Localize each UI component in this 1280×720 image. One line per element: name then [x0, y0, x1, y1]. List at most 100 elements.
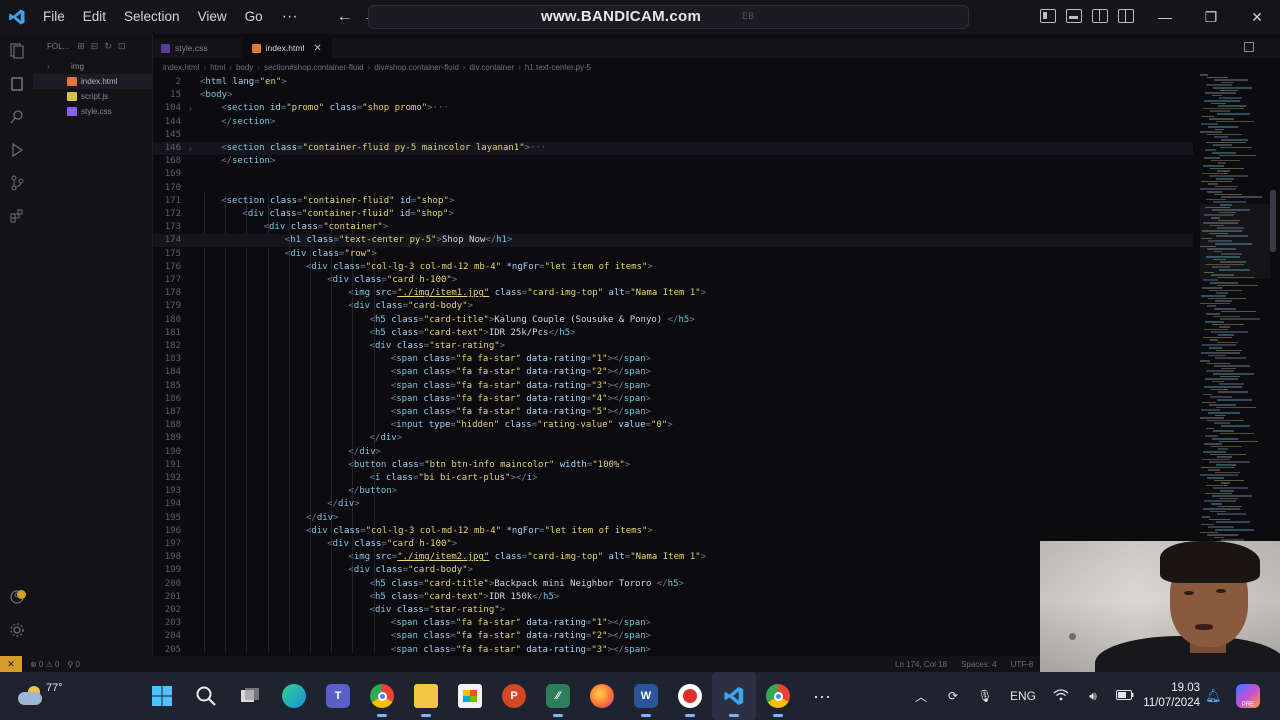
cursor-position[interactable]: Ln 174, Col 18 [895, 660, 947, 669]
teams-icon[interactable]: T [316, 672, 360, 720]
tab-index-html[interactable]: index.html ✕ [241, 38, 332, 58]
editor-scrollbar[interactable] [1270, 190, 1276, 252]
code-line[interactable]: 185 <span class="fa fa-star" data-rating=… [153, 380, 1193, 393]
microsoft-store-icon[interactable] [448, 672, 492, 720]
code-line[interactable]: 180 <h5 class="card-title">Kalung Couple … [153, 314, 1193, 327]
fold-chevron-icon[interactable]: › [188, 142, 193, 155]
powerpoint-icon[interactable]: P [492, 672, 536, 720]
minimap[interactable] [1200, 74, 1272, 614]
command-center[interactable]: www.BANDICAM.com EB [368, 5, 969, 29]
chrome-profile-icon[interactable] [756, 672, 800, 720]
code-line[interactable]: 200 <h5 class="card-title">Backpack mini … [153, 578, 1193, 591]
code-line[interactable]: 187 <span class="fa fa-star" data-rating=… [153, 406, 1193, 419]
wifi-icon[interactable] [1045, 688, 1077, 704]
code-editor[interactable]: 2 <html lang="en"> 15 <body> 104 › <section id… [153, 74, 1193, 656]
code-line[interactable]: 190 </div> [153, 446, 1193, 459]
volume-icon[interactable]: 🔊︎ [1077, 689, 1109, 704]
explorer-icon[interactable] [0, 34, 33, 67]
back-arrow-icon[interactable]: ← [332, 8, 358, 26]
breadcrumb-item[interactable]: h1.text-center.py-5 [525, 63, 591, 72]
remote-indicator-icon[interactable]: ✕ [0, 656, 22, 672]
word-icon[interactable]: W [624, 672, 668, 720]
menu-view[interactable]: View [189, 0, 236, 34]
code-line[interactable]: 174 <h1 class="text-center py-5">Shop Now… [153, 234, 1193, 248]
breadcrumb-item[interactable]: div#shop.container-fluid [374, 63, 459, 72]
code-line[interactable]: 189 </div> [153, 432, 1193, 445]
encoding[interactable]: UTF-8 [1011, 660, 1034, 669]
file-item-index-html[interactable]: index.html [33, 74, 152, 89]
accounts-icon[interactable] [0, 580, 33, 613]
task-view-icon[interactable] [228, 672, 272, 720]
vscode-taskbar-icon[interactable] [712, 672, 756, 720]
vscode-insiders-icon[interactable]: ⁄⁄ [536, 672, 580, 720]
code-line[interactable]: 145 [153, 129, 1193, 142]
code-line[interactable]: 144 </section> [153, 116, 1193, 129]
code-line[interactable]: 199 <div class="card-body"> [153, 564, 1193, 577]
code-line[interactable]: 169 [153, 168, 1193, 181]
problems-count[interactable]: ⊗ 0 ⚠ 0 [30, 660, 59, 669]
collapse-all-icon[interactable]: ⊡ [118, 41, 126, 52]
code-line[interactable]: 176 <div class="col-lg-3 col-md-12 mb-4" … [153, 261, 1193, 274]
code-line[interactable]: 192 <i class="bi bi-cart-plus"></i> [153, 472, 1193, 485]
code-line[interactable]: 183 <span class="fa fa-star" data-rating=… [153, 353, 1193, 366]
breadcrumb-item[interactable]: html [210, 63, 225, 72]
file-item-script-js[interactable]: script.js [33, 89, 152, 104]
notification-bell-icon[interactable]: 🔔︎ [1205, 688, 1222, 704]
code-line[interactable]: 177 <div class="card h-100"> [153, 274, 1193, 287]
start-button[interactable] [140, 672, 184, 720]
edge-icon[interactable] [272, 672, 316, 720]
breadcrumb-item[interactable]: index.html [163, 63, 199, 72]
code-line[interactable]: 146 › <section class="container-fluid py-5… [153, 142, 1193, 155]
code-line[interactable]: 191 <button class="btn btn-info maincolor… [153, 459, 1193, 472]
refresh-icon[interactable]: ↻ [104, 41, 112, 52]
source-control-icon[interactable] [0, 166, 33, 199]
restore-button[interactable]: ❐ [1188, 0, 1234, 34]
code-line[interactable]: 104 › <section id="promo" class="shop prom… [153, 102, 1193, 115]
code-line[interactable]: 178 <img src="./img/item1.jpg" class="car… [153, 287, 1193, 300]
code-line[interactable]: 186 <span class="fa fa-star" data-rating=… [153, 393, 1193, 406]
firefox-icon[interactable] [580, 672, 624, 720]
fold-chevron-icon[interactable]: › [188, 102, 193, 115]
code-line[interactable]: 170 [153, 182, 1193, 195]
new-folder-icon[interactable]: ⊟ [91, 41, 99, 52]
weather-widget[interactable]: 77° [14, 680, 74, 712]
language-indicator[interactable]: ENG [1001, 689, 1045, 703]
copilot-icon[interactable]: PRE [1236, 684, 1260, 708]
code-line[interactable]: 173 <div class="container"> [153, 221, 1193, 234]
code-line[interactable]: 179 <div class="card-body"> [153, 300, 1193, 313]
more-apps-icon[interactable]: ··· [800, 672, 844, 720]
file-item-style-css[interactable]: style.css [33, 104, 152, 119]
code-line[interactable]: 194 </div> [153, 498, 1193, 511]
code-line[interactable]: 15 <body> [153, 89, 1193, 102]
search-taskbar-icon[interactable] [184, 672, 228, 720]
code-line[interactable]: 2 <html lang="en"> [153, 76, 1193, 89]
code-line[interactable]: 197 <div class="card h-100"> [153, 538, 1193, 551]
menu-selection[interactable]: Selection [115, 0, 189, 34]
split-editor-icon[interactable] [1244, 42, 1254, 52]
code-line[interactable]: 203 <span class="fa fa-star" data-rating=… [153, 617, 1193, 630]
toggle-secondary-sidebar-icon[interactable] [1092, 9, 1108, 23]
chrome-icon[interactable] [360, 672, 404, 720]
toggle-panel-icon[interactable] [1066, 9, 1082, 23]
chevron-up-icon[interactable]: ︿ [905, 688, 937, 705]
code-line[interactable]: 205 <span class="fa fa-star" data-rating=… [153, 644, 1193, 656]
code-line[interactable]: 184 <span class="fa fa-star" data-rating=… [153, 366, 1193, 379]
customize-layout-icon[interactable] [1118, 9, 1134, 23]
toggle-primary-sidebar-icon[interactable] [1040, 9, 1056, 23]
tab-style-css[interactable]: style.css [153, 38, 218, 58]
search-icon[interactable] [0, 100, 33, 133]
code-line[interactable]: 198 <img src="./img/item2.jpg" class="car… [153, 551, 1193, 564]
file-item-img[interactable]: › img [33, 59, 152, 74]
code-line[interactable]: 175 <div class="row"> [153, 248, 1193, 261]
code-line[interactable]: 193 </button> [153, 485, 1193, 498]
clock[interactable]: 19.03 11/07/2024 [1130, 681, 1200, 711]
code-line[interactable]: 196 <div class="col-lg-3 col-md-12 mb-4" … [153, 525, 1193, 538]
menu-go[interactable]: Go [236, 0, 272, 34]
new-file-icon[interactable]: ⊞ [77, 41, 85, 52]
sync-icon[interactable]: ⟳ [937, 689, 969, 703]
recorder-icon[interactable] [668, 672, 712, 720]
breadcrumb-item[interactable]: section#shop.container-fluid [264, 63, 364, 72]
indentation[interactable]: Spaces: 4 [961, 660, 997, 669]
code-line[interactable]: 168 </section> [153, 155, 1193, 168]
code-line[interactable]: 188 <input type="hidden" class="rating-va… [153, 419, 1193, 432]
